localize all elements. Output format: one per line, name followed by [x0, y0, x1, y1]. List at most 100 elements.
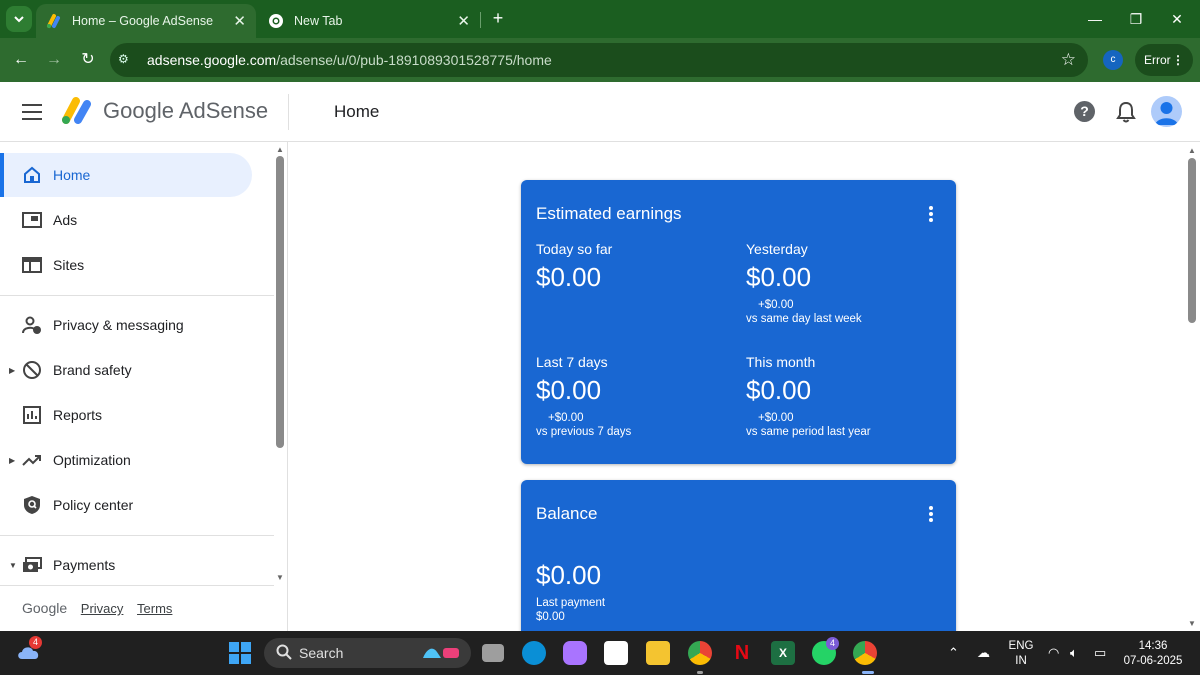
scroll-up-arrow[interactable]: ▲	[1188, 146, 1196, 155]
sidebar-item-label: Sites	[53, 257, 85, 273]
sidebar-item-payments[interactable]: ▼ Payments	[0, 543, 252, 587]
excel-icon[interactable]: X	[771, 641, 795, 665]
metric-compare: vs same period last year	[746, 426, 871, 438]
restore-icon[interactable]: ❐	[1126, 9, 1146, 29]
reload-icon[interactable]: ↻	[77, 49, 99, 71]
sidebar-item-label: Brand safety	[53, 362, 132, 378]
search-label: Search	[299, 645, 344, 661]
trending-icon	[21, 449, 43, 471]
chrome-profile-icon[interactable]	[853, 641, 877, 665]
metric-value: $0.00	[536, 375, 602, 405]
sidebar-item-ads[interactable]: Ads	[0, 198, 252, 242]
metric-label: Today so far	[536, 241, 613, 257]
sidebar-item-brand-safety[interactable]: ▶ Brand safety	[0, 348, 252, 392]
site-info-icon[interactable]: ⚙	[118, 52, 134, 68]
close-window-icon[interactable]: ✕	[1167, 9, 1187, 29]
metric-change: +$0.00	[548, 412, 584, 424]
tab-separator	[480, 12, 481, 28]
sidebar-footer: Google Privacy Terms	[22, 600, 172, 616]
chevron-up-icon[interactable]: ⌃	[948, 645, 959, 661]
running-indicator	[862, 671, 874, 674]
address-bar[interactable]: ⚙ adsense.google.com/adsense/u/0/pub-189…	[110, 43, 1088, 77]
tab-adsense-home[interactable]: Home – Google AdSense ✕	[36, 4, 256, 38]
volume-icon[interactable]: 🔈︎	[1070, 645, 1078, 661]
battery-icon[interactable]: ▭	[1094, 645, 1106, 661]
avatar[interactable]	[1151, 96, 1182, 127]
file-explorer-icon[interactable]	[646, 641, 670, 665]
policy-shield-icon	[21, 494, 43, 516]
url-text[interactable]: adsense.google.com/adsense/u/0/pub-18910…	[147, 52, 552, 68]
sidebar-item-label: Reports	[53, 407, 103, 423]
last-payment-value: $0.00	[536, 611, 565, 623]
privacy-link[interactable]: Privacy	[81, 601, 124, 616]
sidebar-item-label: Privacy & messaging	[53, 317, 184, 333]
search-highlight-icon	[423, 648, 459, 658]
wifi-icon[interactable]: ◠	[1048, 645, 1059, 661]
chrome-icon[interactable]	[688, 641, 712, 665]
google-wordmark: Google	[22, 600, 68, 616]
sidebar-item-label: Policy center	[53, 497, 134, 513]
sidebar-item-reports[interactable]: Reports	[0, 393, 252, 437]
task-view-icon[interactable]	[482, 644, 504, 662]
terms-link[interactable]: Terms	[137, 601, 172, 616]
main-scrollbar[interactable]	[1188, 158, 1196, 323]
sidebar-scrollbar[interactable]	[276, 156, 284, 448]
more-options-icon[interactable]	[928, 206, 934, 224]
more-options-icon[interactable]	[928, 506, 934, 524]
adsense-favicon	[47, 14, 60, 28]
close-icon[interactable]: ✕	[233, 12, 246, 30]
block-icon	[21, 359, 43, 381]
page-title: Home	[334, 102, 380, 121]
close-icon[interactable]: ✕	[457, 12, 470, 30]
scroll-up-arrow[interactable]: ▲	[276, 145, 284, 154]
minimize-icon[interactable]: —	[1085, 9, 1105, 29]
sidebar-item-label: Payments	[53, 557, 116, 573]
clock[interactable]: 14:36 07-06-2025	[1118, 640, 1188, 667]
home-icon	[21, 164, 43, 186]
netflix-icon[interactable]: N	[730, 641, 754, 665]
card-title: Estimated earnings	[536, 204, 682, 223]
sidebar-item-privacy-messaging[interactable]: Privacy & messaging	[0, 303, 252, 347]
taskbar-search[interactable]: Search	[264, 638, 471, 668]
caret-right-icon: ▶	[9, 365, 16, 375]
plus-icon[interactable]: +	[488, 8, 508, 28]
weather-widget[interactable]: 4	[16, 636, 42, 661]
brand-name[interactable]: Google AdSense	[103, 98, 268, 124]
edge-icon[interactable]	[522, 641, 546, 665]
balance-card: Balance $0.00 Last payment $0.00	[521, 480, 956, 631]
running-indicator	[697, 671, 703, 674]
metric-value: $0.00	[746, 262, 812, 292]
microsoft-store-icon[interactable]	[604, 641, 628, 665]
windows-start-icon[interactable]	[229, 642, 251, 664]
sidebar-item-policy-center[interactable]: Policy center	[0, 483, 252, 527]
scroll-down-arrow[interactable]: ▼	[1188, 619, 1196, 628]
error-chip[interactable]: Error ⋮	[1135, 44, 1193, 76]
onedrive-icon[interactable]: ☁	[977, 645, 990, 661]
region-code: IN	[1015, 655, 1027, 667]
forward-icon[interactable]: →	[43, 49, 65, 71]
sidebar-nav: ▲ ▼ Home Ads Sites Privacy & messaging ▶…	[0, 142, 288, 631]
whatsapp-badge: 4	[826, 637, 839, 650]
search-icon	[276, 644, 292, 660]
scroll-down-arrow[interactable]: ▼	[276, 573, 284, 582]
menu-icon[interactable]	[22, 104, 42, 120]
sites-icon	[21, 254, 43, 276]
language-indicator[interactable]: ENG IN	[1005, 640, 1037, 667]
copilot-icon[interactable]	[563, 641, 587, 665]
profile-avatar[interactable]: c	[1103, 50, 1123, 70]
tab-search-button[interactable]	[6, 6, 32, 32]
bell-icon[interactable]	[1115, 100, 1137, 124]
windows-taskbar: 4 Search N X 4 ⌃ ☁ ENG IN ◠ 🔈︎ ▭ 14:36 0…	[0, 631, 1200, 675]
sidebar-item-home[interactable]: Home	[0, 153, 252, 197]
star-icon[interactable]: ☆	[1061, 50, 1076, 70]
metric-yesterday: Yesterday $0.00 +$0.00 vs same day last …	[746, 241, 946, 325]
balance-value: $0.00	[536, 560, 602, 590]
privacy-icon	[21, 314, 43, 336]
back-icon[interactable]: ←	[10, 49, 32, 71]
sidebar-item-sites[interactable]: Sites	[0, 243, 252, 287]
caret-down-icon: ▼	[9, 560, 17, 570]
help-icon[interactable]: ?	[1074, 101, 1095, 122]
sidebar-item-optimization[interactable]: ▶ Optimization	[0, 438, 252, 482]
tab-new-tab[interactable]: New Tab ✕	[258, 4, 480, 38]
kebab-icon[interactable]: ⋮	[1172, 44, 1184, 76]
